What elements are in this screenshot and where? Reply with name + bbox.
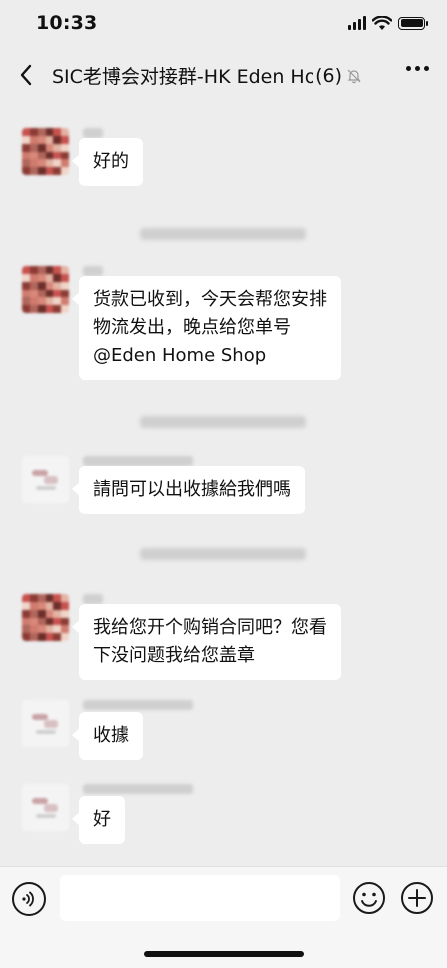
message-input[interactable]: [60, 875, 340, 921]
status-time: 10:33: [36, 12, 98, 34]
sender-name-blurred: [83, 700, 193, 710]
chevron-left-icon: [20, 64, 32, 86]
bell-off-icon: [346, 68, 362, 84]
avatar[interactable]: [22, 700, 69, 747]
message-text-line: 下没问题我给您盖章: [93, 645, 255, 666]
message-bubble[interactable]: 我给您开个购销合同吧？您看 下没问题我给您盖章: [72, 604, 341, 680]
timestamp-blurred: [140, 548, 306, 560]
member-count: (6): [315, 64, 342, 87]
message-text-line: 货款已收到，今天会帮您安排: [93, 289, 327, 310]
status-bar: 10:33: [0, 0, 447, 44]
message-bubble[interactable]: 請問可以出收據給我們嗎: [72, 466, 305, 514]
timestamp-blurred: [140, 228, 306, 240]
more-dots-icon: [406, 66, 411, 71]
message-bubble[interactable]: 好: [72, 796, 125, 844]
input-bar: [0, 866, 447, 968]
more-functions-button[interactable]: [400, 881, 434, 915]
wifi-icon: [372, 15, 392, 30]
back-button[interactable]: [12, 60, 40, 90]
avatar[interactable]: [22, 784, 69, 831]
status-icons: [348, 14, 428, 32]
avatar[interactable]: [22, 128, 69, 175]
avatar[interactable]: [22, 266, 69, 313]
home-indicator: [144, 951, 304, 957]
sender-name-blurred: [83, 594, 103, 604]
sender-name-blurred: [83, 456, 193, 466]
cellular-signal-icon: [348, 16, 366, 30]
sender-name-blurred: [83, 266, 103, 276]
message-text-line: 收據: [93, 725, 129, 746]
voice-icon: [22, 891, 34, 907]
voice-button[interactable]: [12, 882, 46, 916]
emoji-button[interactable]: [352, 881, 386, 915]
sender-name-blurred: [83, 784, 193, 794]
message-text-line: 請問可以出收據給我們嗎: [93, 479, 291, 500]
message-text-line: 好: [93, 809, 111, 830]
avatar[interactable]: [22, 594, 69, 641]
avatar[interactable]: [22, 456, 69, 503]
message-bubble[interactable]: 好的: [72, 138, 143, 186]
message-text-line: @Eden Home Shop: [93, 345, 267, 366]
timestamp-blurred: [140, 416, 306, 428]
chat-title: SIC老博会对接群-HK Eden Home Shop (6): [52, 62, 362, 89]
message-text-line: 物流发出，晚点给您单号: [93, 317, 291, 338]
nav-bar: SIC老博会对接群-HK Eden Home Shop (6): [0, 44, 447, 106]
battery-icon: [398, 16, 428, 30]
message-text-line: 我给您开个购销合同吧？您看: [93, 617, 327, 638]
emoji-icon: [353, 882, 385, 914]
message-text-line: 好的: [93, 151, 129, 172]
sender-name-blurred: [83, 128, 103, 138]
chat-message-list[interactable]: 好的 货款已收到，今天会帮您安排 物流发出，晚点给您单号 @Eden Home …: [0, 106, 447, 866]
chat-title-text: SIC老博会对接群-HK Eden Home Shop: [52, 66, 314, 88]
plus-circle-icon: [401, 882, 433, 914]
more-options-button[interactable]: [406, 66, 429, 71]
message-bubble[interactable]: 收據: [72, 712, 143, 760]
message-bubble[interactable]: 货款已收到，今天会帮您安排 物流发出，晚点给您单号 @Eden Home Sho…: [72, 276, 341, 380]
